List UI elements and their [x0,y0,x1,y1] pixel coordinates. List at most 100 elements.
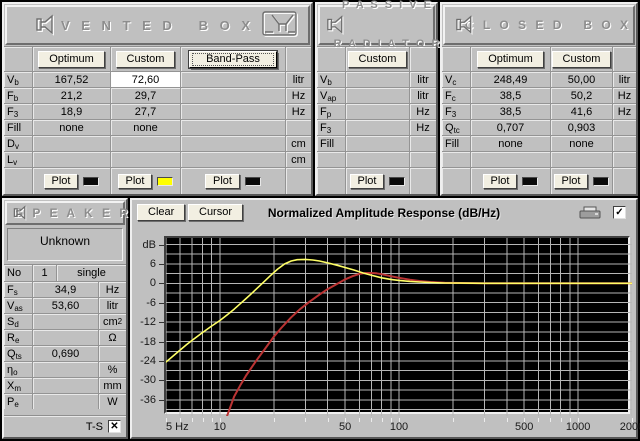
vented-fill-optimum-value[interactable]: none [32,119,110,135]
speaker-icon [13,205,27,221]
speaker-title: S P E A K E R [15,206,131,220]
vented-optimum-plot-button[interactable]: Plot [43,173,79,189]
vented-f3-custom-value[interactable]: 27,7 [110,103,180,119]
passive-fp-value[interactable] [345,103,409,119]
passive-vap-unit: litr [409,87,436,103]
speaker-row-label-qts: Qts [4,345,32,361]
speaker-row-label-fs: Fs [4,281,32,297]
vented-bandpass-button[interactable]: Band-Pass [189,50,277,68]
closed-custom-button[interactable]: Custom [551,50,612,68]
vented-custom-button[interactable]: Custom [115,50,176,68]
vented-corner-cell [4,47,32,71]
closed-custom-plot-button[interactable]: Plot [553,173,589,189]
x-axis-labels: 5 Hz105010050010002000 [166,418,640,435]
print-checkbox[interactable]: ✓ [613,206,626,219]
passive-custom-button[interactable]: Custom [347,50,408,68]
speaker-eta-value[interactable] [32,361,98,377]
vented-f3-unit: Hz [285,103,311,119]
passive-fill-unit [409,135,436,151]
closed-fc-custom-value[interactable]: 50,2 [550,87,612,103]
vented-fill-unit [285,119,311,135]
speaker-fs-unit: Hz [98,281,126,297]
speaker-no-value[interactable]: 1 [32,265,56,281]
closed-row-label-fc: Fc [442,87,470,103]
vented-lv-bandpass-value[interactable] [180,151,285,167]
speaker-fs-value[interactable]: 34,9 [32,281,98,297]
vented-bandpass-plot-color [244,176,261,186]
closed-vc-custom-value[interactable]: 50,00 [550,71,612,87]
passive-plot-button[interactable]: Plot [349,173,385,189]
vented-row-label-vb: Vb [4,71,32,87]
vented-lv-unit: cm [285,151,311,167]
vented-f3-bandpass-value[interactable] [180,103,285,119]
closed-f3-unit: Hz [612,103,636,119]
closed-row-label-fill: Fill [442,135,470,151]
vented-row-label-fb: Fb [4,87,32,103]
printer-icon[interactable] [578,206,602,220]
vented-fill-bandpass-value[interactable] [180,119,285,135]
vented-dv-optimum-value[interactable] [32,135,110,151]
speaker-name-box[interactable]: Unknown [7,228,123,261]
speaker-type-value[interactable]: single [56,265,126,281]
closed-row-label-vc: Vc [442,71,470,87]
speaker-re-value[interactable] [32,329,98,345]
speaker-qts-value[interactable]: 0,690 [32,345,98,361]
speaker-sd-unit: cm 2 [98,313,126,329]
vented-lv-custom-value[interactable] [110,151,180,167]
closed-fill-optimum-value[interactable]: none [470,135,550,151]
passive-f3-unit: Hz [409,119,436,135]
closed-custom-plot-color [593,176,610,186]
clear-button[interactable]: Clear [137,204,186,221]
passive-vb-value[interactable] [345,71,409,87]
speaker-header: S P E A K E R [5,201,128,225]
vented-fb-unit: Hz [285,87,311,103]
passive-radiator-header: P A S S I V E R A D I A T O R [318,0,439,50]
passive-vap-value[interactable] [345,87,409,103]
closed-vc-optimum-value[interactable]: 248,49 [470,71,550,87]
cursor-button[interactable]: Cursor [188,204,244,221]
speaker-row-label-pe: Pe [4,393,32,409]
passive-plot-color [389,176,406,186]
closed-optimum-button[interactable]: Optimum [477,50,544,68]
passive-f3-value[interactable] [345,119,409,135]
vented-fb-custom-value[interactable]: 29,7 [110,87,180,103]
vented-fill-custom-value[interactable]: none [110,119,180,135]
closed-qtc-optimum-value[interactable]: 0,707 [470,119,550,135]
closed-qtc-custom-value[interactable]: 0,903 [550,119,612,135]
vented-lv-optimum-value[interactable] [32,151,110,167]
passive-radiator-title-line1: P A S S I V E [341,0,433,11]
vented-vb-custom-value[interactable]: 72,60 [110,71,180,87]
speaker-sd-value[interactable] [32,313,98,329]
speaker-xm-value[interactable] [32,377,98,393]
vented-f3-optimum-value[interactable]: 18,9 [32,103,110,119]
vented-row-label-dv: Dv [4,135,32,151]
vented-custom-plot-button[interactable]: Plot [117,173,153,189]
closed-optimum-plot-button[interactable]: Plot [482,173,518,189]
passive-fill-value[interactable] [345,135,409,151]
speaker-vas-unit: litr [98,297,126,313]
vented-dv-custom-value[interactable] [110,135,180,151]
speaker-vas-value[interactable]: 53,60 [32,297,98,313]
closed-optimum-plot-color [522,176,539,186]
closed-f3-optimum-value[interactable]: 38,5 [470,103,550,119]
speaker-pe-value[interactable] [32,393,98,409]
closed-f3-custom-value[interactable]: 41,6 [550,103,612,119]
vented-vb-optimum-value[interactable]: 167,52 [32,71,110,87]
closed-fill-custom-value[interactable]: none [550,135,612,151]
chart-panel: Clear Cursor Normalized Amplitude Respon… [130,198,640,439]
speaker-no-label: No [4,265,32,281]
speaker-icon [456,15,473,35]
closed-fc-optimum-value[interactable]: 38,5 [470,87,550,103]
vented-dv-bandpass-value[interactable] [180,135,285,151]
speaker-qts-unit [98,345,126,361]
ts-checkbox[interactable]: ✕ [108,420,121,433]
vented-vb-bandpass-value[interactable] [180,71,285,87]
response-chart [165,238,633,421]
vented-fb-bandpass-value[interactable] [180,87,285,103]
vented-optimum-button[interactable]: Optimum [38,50,105,68]
vented-fb-optimum-value[interactable]: 21,2 [32,87,110,103]
vented-bandpass-plot-button[interactable]: Plot [205,173,240,189]
app-window: V E N T E D B O X Optimum Custom Band-Pa… [0,0,640,441]
closed-fill-unit [612,135,636,151]
plot-area[interactable] [164,236,633,421]
